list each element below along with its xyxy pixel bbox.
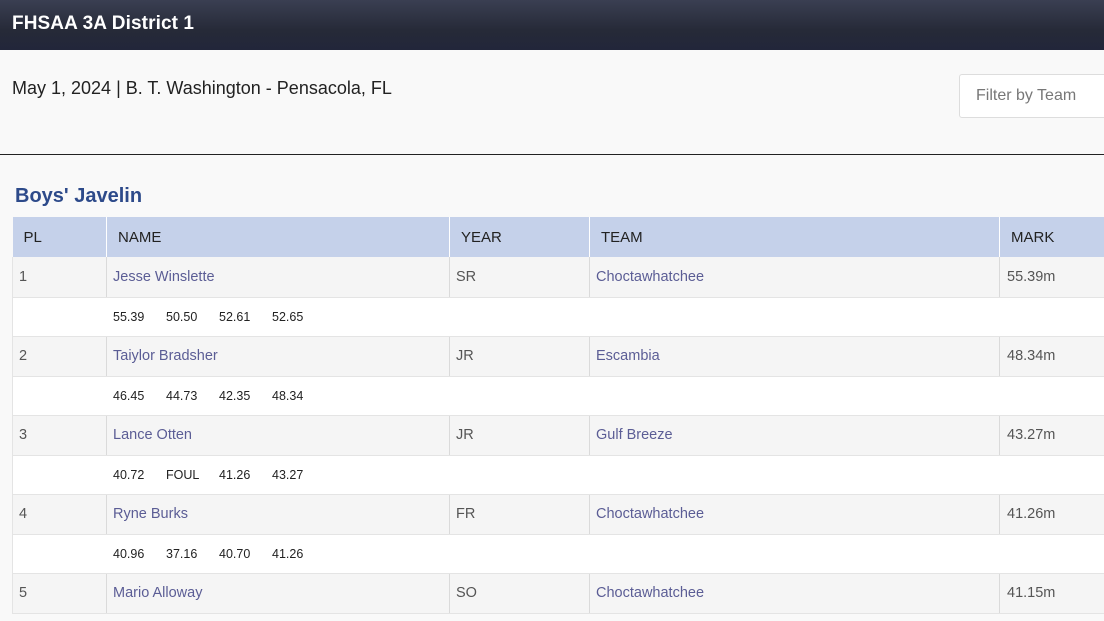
attempt-value: 44.73 — [166, 388, 198, 403]
attempts-list: 40.72 FOUL 41.26 43.27 — [13, 468, 1104, 482]
year-cell: SR — [449, 257, 590, 298]
attempt-value: 46.45 — [113, 388, 145, 403]
mark-cell: 41.15m — [999, 573, 1104, 614]
table-row: 3 Lance Otten JR Gulf Breeze 43.27m — [12, 415, 1104, 456]
attempt-value: 52.65 — [272, 309, 304, 324]
attempt-value: 40.72 — [113, 467, 145, 482]
attempts-list: 55.39 50.50 52.61 52.65 — [13, 310, 1104, 324]
team-link[interactable]: Escambia — [589, 336, 1000, 377]
table-header-row: PL NAME YEAR TEAM MARK — [12, 217, 1104, 257]
attempt-value: 41.26 — [272, 546, 304, 561]
place-cell: 1 — [12, 257, 107, 298]
attempt-value: 48.34 — [272, 388, 304, 403]
place-cell: 3 — [12, 415, 107, 456]
athlete-name-link[interactable]: Ryne Burks — [106, 494, 450, 535]
mark-cell: 48.34m — [999, 336, 1104, 377]
athlete-name-link[interactable]: Mario Alloway — [106, 573, 450, 614]
year-cell: FR — [449, 494, 590, 535]
place-cell: 5 — [12, 573, 107, 614]
attempt-value: 55.39 — [113, 309, 145, 324]
athlete-name-link[interactable]: Lance Otten — [106, 415, 450, 456]
results-table: PL NAME YEAR TEAM MARK 1 Jesse Winslette… — [12, 217, 1104, 614]
table-row: 5 Mario Alloway SO Choctawhatchee 41.15m — [12, 573, 1104, 614]
attempts-row: 55.39 50.50 52.61 52.65 — [12, 297, 1104, 337]
place-cell: 2 — [12, 336, 107, 377]
team-link[interactable]: Choctawhatchee — [589, 494, 1000, 535]
attempt-value: 41.26 — [219, 467, 251, 482]
athlete-name-link[interactable]: Taiylor Bradsher — [106, 336, 450, 377]
meet-date-location: May 1, 2024 | B. T. Washington - Pensaco… — [12, 78, 392, 98]
year-cell: JR — [449, 336, 590, 377]
attempts-row: 40.72 FOUL 41.26 43.27 — [12, 455, 1104, 495]
column-header-team[interactable]: TEAM — [589, 217, 1000, 257]
top-header-bar: FHSAA 3A District 1 — [0, 0, 1104, 50]
attempts-row: 46.45 44.73 42.35 48.34 — [12, 376, 1104, 416]
attempts-row: 40.96 37.16 40.70 41.26 — [12, 534, 1104, 574]
mark-cell: 43.27m — [999, 415, 1104, 456]
team-link[interactable]: Choctawhatchee — [589, 573, 1000, 614]
year-cell: SO — [449, 573, 590, 614]
attempt-value: 42.35 — [219, 388, 251, 403]
attempt-value: 40.70 — [219, 546, 251, 561]
column-header-name[interactable]: NAME — [106, 217, 450, 257]
place-cell: 4 — [12, 494, 107, 535]
team-link[interactable]: Gulf Breeze — [589, 415, 1000, 456]
table-row: 2 Taiylor Bradsher JR Escambia 48.34m — [12, 336, 1104, 377]
column-header-year[interactable]: YEAR — [449, 217, 590, 257]
section-divider — [0, 154, 1104, 155]
attempt-value: 40.96 — [113, 546, 145, 561]
attempts-list: 46.45 44.73 42.35 48.34 — [13, 389, 1104, 403]
column-header-mark[interactable]: MARK — [999, 217, 1104, 257]
column-header-pl[interactable]: PL — [12, 217, 107, 257]
year-cell: JR — [449, 415, 590, 456]
attempts-list: 40.96 37.16 40.70 41.26 — [13, 547, 1104, 561]
meet-title: FHSAA 3A District 1 — [12, 13, 195, 34]
table-row: 4 Ryne Burks FR Choctawhatchee 41.26m — [12, 494, 1104, 535]
team-link[interactable]: Choctawhatchee — [589, 257, 1000, 298]
mark-cell: 41.26m — [999, 494, 1104, 535]
attempt-value: 43.27 — [272, 467, 304, 482]
attempt-value: 50.50 — [166, 309, 198, 324]
event-title: Boys' Javelin — [15, 185, 143, 207]
attempt-value: 37.16 — [166, 546, 198, 561]
attempt-value: FOUL — [166, 467, 200, 482]
athlete-name-link[interactable]: Jesse Winslette — [106, 257, 450, 298]
table-row: 1 Jesse Winslette SR Choctawhatchee 55.3… — [12, 257, 1104, 298]
attempt-value: 52.61 — [219, 309, 251, 324]
filter-by-team-input[interactable] — [959, 74, 1104, 118]
mark-cell: 55.39m — [999, 257, 1104, 298]
